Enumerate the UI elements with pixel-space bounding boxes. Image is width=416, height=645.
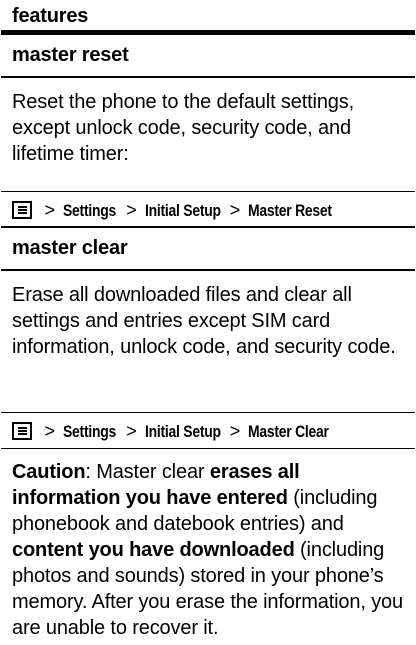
menu-key-icon — [12, 422, 32, 440]
path-item-settings: Settings — [63, 201, 117, 220]
path-separator: > — [126, 421, 137, 441]
caution-bold-2: content you have downloaded — [12, 539, 295, 561]
path-item-master-reset: Master Reset — [248, 201, 333, 220]
caution-note: Caution: Master clear erases all informa… — [1, 449, 415, 645]
path-item-settings: Settings — [63, 422, 117, 441]
path-separator: > — [44, 421, 55, 441]
menu-path-master-reset: > Settings > Initial Setup > Master Rese… — [1, 192, 415, 228]
path-separator: > — [229, 200, 241, 220]
section-description-master-clear: Erase all downloaded files and clear all… — [1, 271, 415, 413]
menu-key-icon — [12, 201, 32, 219]
path-item-initial-setup: Initial Setup — [144, 201, 221, 220]
section-title-master-clear: master clear — [1, 228, 415, 271]
section-description-master-reset: Reset the phone to the default settings,… — [1, 78, 415, 192]
caution-label: Caution — [12, 461, 86, 483]
path-separator: > — [126, 200, 137, 220]
path-item-initial-setup: Initial Setup — [144, 422, 221, 441]
menu-path-master-clear: > Settings > Initial Setup > Master Clea… — [1, 413, 415, 449]
path-item-master-clear: Master Clear — [248, 422, 330, 441]
path-separator: > — [44, 200, 55, 220]
section-title-master-reset: master reset — [1, 35, 415, 78]
features-table: features master reset Reset the phone to… — [1, 1, 415, 645]
table-header: features — [1, 1, 415, 35]
caution-text-1: : Master clear — [85, 461, 210, 483]
path-separator: > — [229, 421, 241, 441]
manual-page: features master reset Reset the phone to… — [0, 0, 416, 639]
